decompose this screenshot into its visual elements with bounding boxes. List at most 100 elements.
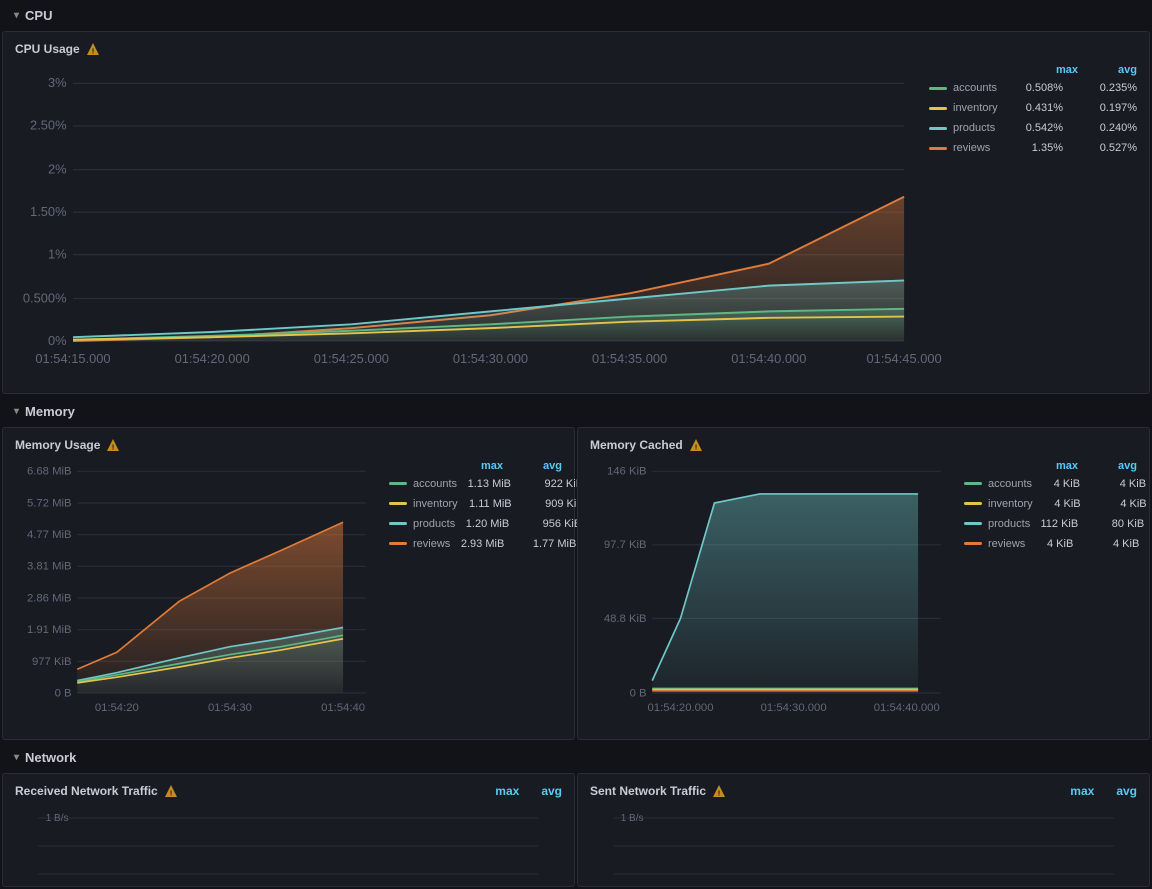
svg-text:!: ! [695,444,697,451]
legend-inventory-name: inventory [953,102,1007,114]
svg-text:01:54:25.000: 01:54:25.000 [314,351,389,366]
mc-products-line-icon [964,522,982,525]
svg-text:0%: 0% [48,333,67,348]
svg-text:01:54:20.000: 01:54:20.000 [175,351,250,366]
mu-legend-reviews: reviews 2.93 MiB 1.77 MiB [389,538,562,550]
legend-accounts-vals: 0.508% 0.235% [1013,82,1137,94]
network-panels-row: Received Network Traffic ! max avg 1 B/s [0,773,1152,889]
legend-item-products: products 0.542% 0.240% [929,122,1137,134]
svg-text:97.7 KiB: 97.7 KiB [604,539,647,551]
svg-text:01:54:15.000: 01:54:15.000 [35,351,110,366]
memory-usage-legend-header: max avg [389,460,562,472]
mc-max-label: max [1056,460,1078,472]
svg-text:!: ! [112,444,114,451]
memory-usage-warning-icon: ! [106,438,120,452]
legend-reviews-avg: 0.527% [1087,142,1137,154]
svg-text:01:54:40.000: 01:54:40.000 [874,702,940,714]
svg-text:0 B: 0 B [630,687,647,699]
legend-accounts-name: accounts [953,82,1007,94]
legend-item-accounts: accounts 0.508% 0.235% [929,82,1137,94]
svg-text:2%: 2% [48,162,67,177]
legend-products-max: 0.542% [1013,122,1063,134]
received-network-panel: Received Network Traffic ! max avg 1 B/s [2,773,575,887]
accounts-line-icon [929,87,947,90]
svg-text:01:54:30.000: 01:54:30.000 [453,351,528,366]
svg-text:2.86 MiB: 2.86 MiB [27,592,72,604]
cpu-chart-canvas: 3% 2.50% 2% 1.50% 1% 0.500% 0% 01:54:15.… [15,64,917,383]
memory-cached-title: Memory Cached ! [590,438,1137,452]
svg-text:01:54:30: 01:54:30 [208,702,252,714]
memory-section: ▾ Memory Memory Usage ! [0,396,1152,742]
mem-usage-avg-label: avg [543,460,562,472]
cpu-legend: max avg accounts 0.508% 0.235% inventory [917,64,1137,162]
legend-accounts-max: 0.508% [1013,82,1063,94]
memory-section-header[interactable]: ▾ Memory [0,396,1152,427]
inventory-line-icon [929,107,947,110]
svg-text:977 KiB: 977 KiB [32,655,72,667]
mc-reviews-line-icon [964,542,982,545]
cpu-legend-max-label: max [1056,64,1078,76]
cpu-legend-avg-label: avg [1118,64,1137,76]
svg-text:01:54:45.000: 01:54:45.000 [867,351,942,366]
svg-text:5.72 MiB: 5.72 MiB [27,497,72,509]
mc-legend-products: products 112 KiB 80 KiB [964,518,1137,530]
svg-text:01:54:20.000: 01:54:20.000 [648,702,714,714]
legend-reviews-vals: 1.35% 0.527% [1013,142,1137,154]
mc-inventory-line-icon [964,502,982,505]
mc-legend-accounts: accounts 4 KiB 4 KiB [964,478,1137,490]
cpu-chevron-icon: ▾ [14,10,19,21]
cpu-section-header[interactable]: ▾ CPU [0,0,1152,31]
svg-text:48.8 KiB: 48.8 KiB [604,612,647,624]
legend-reviews-name: reviews [953,142,1007,154]
memory-cached-chart-area: 146 KiB 97.7 KiB 48.8 KiB 0 B 01:54:20.0… [590,460,1137,729]
svg-text:0.500%: 0.500% [23,290,67,305]
received-chart-svg: 1 B/s [15,806,562,876]
network-chevron-icon: ▾ [14,752,19,763]
svg-text:1.91 MiB: 1.91 MiB [27,624,72,636]
mc-legend-reviews: reviews 4 KiB 4 KiB [964,538,1137,550]
mu-inventory-line-icon [389,502,407,505]
cpu-usage-title: CPU Usage ! [15,42,1137,56]
sent-network-title: Sent Network Traffic ! max avg [590,784,1137,798]
sent-max-label: max [1070,784,1094,798]
legend-products-name: products [953,122,1007,134]
svg-text:2.50%: 2.50% [30,118,67,133]
memory-cached-legend-header: max avg [964,460,1137,472]
mu-accounts-line-icon [389,482,407,485]
cpu-section-label: CPU [25,8,52,23]
memory-cached-canvas: 146 KiB 97.7 KiB 48.8 KiB 0 B 01:54:20.0… [590,460,952,729]
memory-usage-panel: Memory Usage ! [2,427,575,740]
cpu-section: ▾ CPU CPU Usage ! 3% [0,0,1152,394]
svg-text:01:54:35.000: 01:54:35.000 [592,351,667,366]
recv-max-label: max [495,784,519,798]
svg-text:3%: 3% [48,75,67,90]
cpu-usage-panel: CPU Usage ! 3% 2.50% 2% [2,31,1150,394]
cpu-chart-svg: 3% 2.50% 2% 1.50% 1% 0.500% 0% 01:54:15.… [15,64,917,380]
svg-text:1 B/s: 1 B/s [46,813,69,824]
svg-text:1%: 1% [48,247,67,262]
svg-text:01:54:40.000: 01:54:40.000 [731,351,806,366]
sent-chart-area: 1 B/s [590,806,1137,876]
mc-legend-inventory: inventory 4 KiB 4 KiB [964,498,1137,510]
memory-usage-canvas: 6.68 MiB 5.72 MiB 4.77 MiB 3.81 MiB 2.86… [15,460,377,729]
memory-usage-chart-area: 6.68 MiB 5.72 MiB 4.77 MiB 3.81 MiB 2.86… [15,460,562,729]
svg-text:01:54:40: 01:54:40 [321,702,365,714]
sent-network-panel: Sent Network Traffic ! max avg 1 B/s [577,773,1150,887]
cpu-warning-icon: ! [86,42,100,56]
memory-chevron-icon: ▾ [14,406,19,417]
svg-text:!: ! [92,49,94,56]
sent-avg-label: avg [1116,784,1137,798]
cpu-legend-header: max avg [929,64,1137,76]
mu-legend-accounts: accounts 1.13 MiB 922 KiB [389,478,562,490]
memory-cached-legend: max avg accounts 4 KiB 4 KiB inventory [952,460,1137,558]
legend-products-avg: 0.240% [1087,122,1137,134]
recv-avg-label: avg [541,784,562,798]
memory-cached-panel: Memory Cached ! [577,427,1150,740]
mem-usage-max-label: max [481,460,503,472]
svg-text:01:54:30.000: 01:54:30.000 [761,702,827,714]
mu-reviews-line-icon [389,542,407,545]
svg-text:146 KiB: 146 KiB [607,465,647,477]
memory-panels-row: Memory Usage ! [0,427,1152,742]
svg-text:3.81 MiB: 3.81 MiB [27,560,72,572]
memory-usage-svg: 6.68 MiB 5.72 MiB 4.77 MiB 3.81 MiB 2.86… [15,460,377,726]
